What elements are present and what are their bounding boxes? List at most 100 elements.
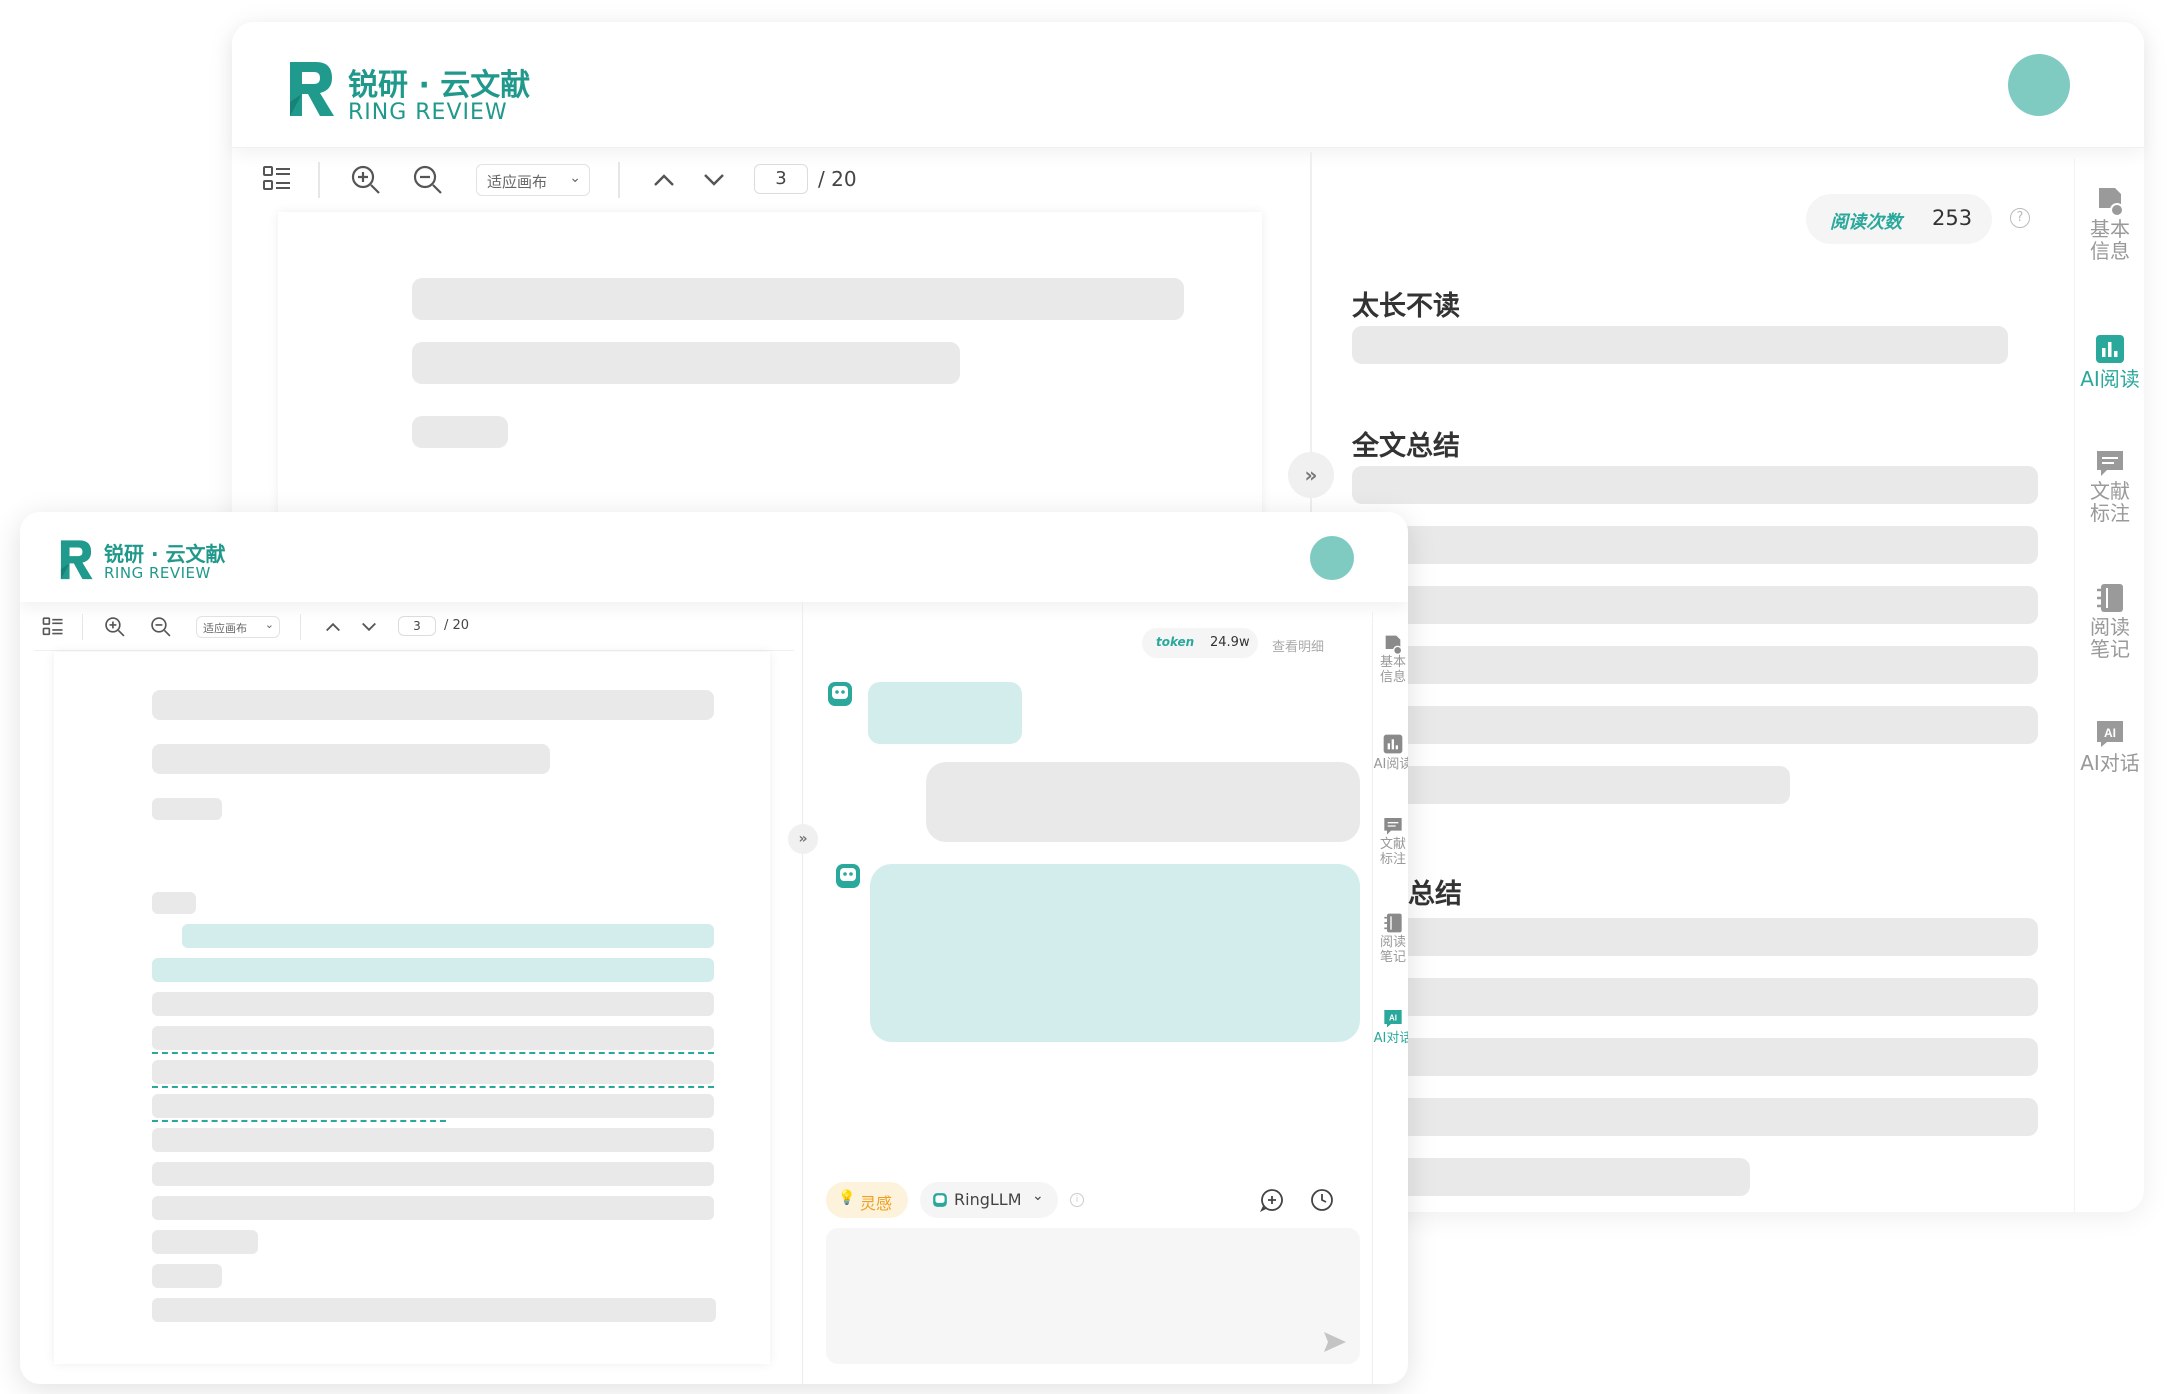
notebook-icon [1384,913,1402,933]
document-info-icon [1385,635,1403,655]
history-icon[interactable] [1310,1188,1334,1212]
zoom-in-icon[interactable] [350,164,382,196]
front-app-window: 锐研 · 云文献 RING REVIEW 适应画布 ⌄ 3 / 20 » tok… [20,512,1408,1384]
collapse-panel-button[interactable]: » [788,824,818,854]
model-icon [933,1193,947,1207]
sidebar-item-reading-notes[interactable]: 阅读 笔记 [1373,912,1408,965]
underline-annotation [152,1120,446,1122]
skeleton-line [152,992,714,1016]
bot-message-bubble [870,864,1360,1042]
bar-chart-icon [2096,335,2124,363]
zoom-mode-value: 适应画布 [203,622,247,635]
skeleton-line [152,1264,222,1288]
comment-icon [1384,818,1402,835]
zoom-in-icon[interactable] [104,616,126,638]
sidebar-item-label: AI阅读 [1373,757,1408,772]
skeleton-line [152,1230,258,1254]
skeleton-line [152,1196,714,1220]
page-number-input[interactable]: 3 [398,616,436,636]
help-icon[interactable]: ? [2010,208,2030,228]
previous-page-icon[interactable] [652,170,676,190]
sidebar-item-basic-info[interactable]: 基本 信息 [2075,186,2145,263]
skeleton-line [152,1094,714,1118]
sidebar-item-reading-notes[interactable]: 阅读 笔记 [2075,582,2145,661]
token-badge: token 24.9w [1142,628,1258,658]
sidebar-item-ai-reading[interactable]: AI阅读 [1373,734,1408,773]
collapse-panel-button[interactable]: » [1288,452,1334,498]
sidebar-item-annotations[interactable]: 文献 标注 [2075,448,2145,525]
back-right-sidebar: 基本 信息 AI阅读 文献 标注 阅读 笔记 AI AI对话 [2074,158,2144,1212]
section-title-summary-2: 总结 [1408,879,1462,910]
page-number-input[interactable]: 3 [754,164,808,194]
sidebar-item-label: AI对话 [1373,1031,1408,1046]
token-detail-link[interactable]: 查看明细 [1272,636,1324,655]
model-name: RingLLM [954,1190,1022,1209]
lightbulb-icon: 💡 [838,1190,856,1206]
sidebar-item-label: 文献 标注 [2090,479,2130,526]
skeleton-line [1352,766,1790,804]
outline-list-icon[interactable] [42,616,64,638]
toolbar-divider [618,162,620,198]
sidebar-item-ai-chat[interactable]: AI AI对话 [1373,1008,1408,1047]
user-avatar[interactable] [1310,536,1354,580]
skeleton-line [1352,526,2038,564]
sidebar-item-label: 阅读 笔记 [2090,615,2130,662]
skeleton-line [1352,586,2038,624]
next-page-icon[interactable] [360,620,378,634]
underline-annotation [152,1086,714,1088]
skeleton-line [1352,326,2008,364]
front-right-sidebar: 基本 信息 AI阅读 文献 标注 阅读 笔记 AI AI对话 [1372,612,1408,1384]
ring-review-logo-icon [290,62,334,116]
toolbar-divider [82,614,83,640]
notebook-icon [2097,584,2123,612]
sidebar-item-ai-chat[interactable]: AI AI对话 [2075,718,2145,774]
user-avatar[interactable] [2008,54,2070,116]
pdf-page [54,652,770,1364]
skeleton-line [1352,918,2038,956]
panel-divider [802,602,803,1384]
skeleton-line [1352,1158,1750,1196]
next-page-icon[interactable] [702,170,726,190]
brand-name-cn: 锐研 · 云文献 [104,542,226,566]
ring-review-logo-icon [60,540,93,580]
sidebar-item-annotations[interactable]: 文献 标注 [1373,816,1408,867]
toolbar-underline [34,650,794,651]
skeleton-line [1352,646,2038,684]
new-chat-icon[interactable] [1260,1188,1284,1212]
skeleton-line [412,278,1184,320]
zoom-out-icon[interactable] [150,616,172,638]
send-icon[interactable] [1322,1330,1348,1354]
read-count-value: 253 [1932,206,1973,230]
bot-message-bubble [868,682,1022,744]
token-label: token [1156,635,1195,649]
brand-name-en: RING REVIEW [104,564,211,582]
front-header: 锐研 · 云文献 RING REVIEW [20,512,1408,602]
inspiration-button[interactable]: 💡 灵感 [826,1182,908,1218]
svg-text:AI: AI [2104,726,2116,740]
brand-name-en: RING REVIEW [348,100,508,125]
sidebar-item-ai-reading[interactable]: AI阅读 [2075,334,2145,390]
underline-annotation [152,1052,714,1054]
zoom-mode-select[interactable]: 适应画布 ⌄ [196,616,280,638]
section-title-summary: 全文总结 [1352,431,1460,462]
skeleton-line [152,1298,716,1322]
read-count-badge: 阅读次数 253 [1806,194,1992,244]
document-info-icon [2099,188,2124,217]
zoom-mode-select[interactable]: 适应画布 ⌄ [476,164,590,196]
token-value: 24.9w [1210,635,1250,650]
info-icon[interactable]: i [1070,1193,1084,1207]
bar-chart-icon [1383,734,1403,754]
model-select[interactable]: RingLLM ⌄ [920,1182,1058,1218]
skeleton-line [1352,1038,2038,1076]
skeleton-line [152,744,550,774]
chevron-down-icon: ⌄ [569,170,581,186]
sidebar-item-basic-info[interactable]: 基本 信息 [1373,634,1408,685]
zoom-out-icon[interactable] [412,164,444,196]
sidebar-item-label: AI阅读 [2080,367,2140,391]
outline-list-icon[interactable] [262,164,292,194]
svg-text:AI: AI [1389,1014,1397,1023]
read-count-label: 阅读次数 [1830,212,1902,233]
previous-page-icon[interactable] [324,620,342,634]
zoom-mode-value: 适应画布 [487,173,548,191]
chat-input[interactable] [826,1228,1360,1364]
